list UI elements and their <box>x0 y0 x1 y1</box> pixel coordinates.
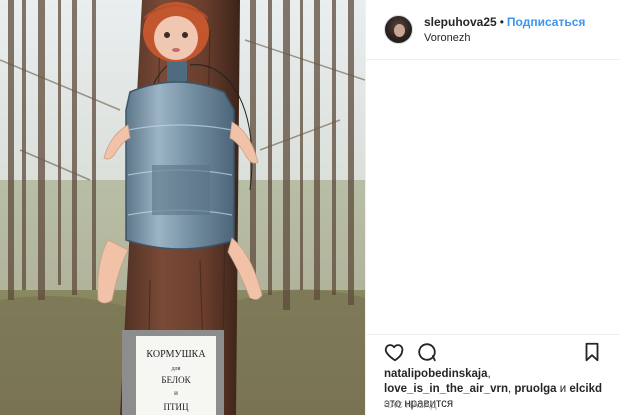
sign-line-2: для <box>172 366 181 372</box>
header-user-line: slepuhova25 • Подписаться <box>424 15 585 29</box>
post-photo-image: КОРМУШКА для БЕЛОК и ПТИЦ <box>0 0 365 415</box>
sign-line-4: и <box>174 389 178 397</box>
sign-line-5: ПТИЦ <box>164 402 189 412</box>
header-separator: • <box>499 15 504 29</box>
heart-icon[interactable] <box>384 341 406 363</box>
liker-link[interactable]: love_is_in_the_air_vrn <box>384 383 508 395</box>
comment-icon[interactable] <box>416 341 438 363</box>
avatar-face <box>394 24 405 37</box>
liker-link[interactable]: pruolga <box>514 383 556 395</box>
post-photo[interactable]: КОРМУШКА для БЕЛОК и ПТИЦ <box>0 0 365 415</box>
post-sidebar: slepuhova25 • Подписаться Voronezh natalip… <box>365 0 620 415</box>
bookmark-icon[interactable] <box>581 341 603 363</box>
sign-line-1: КОРМУШКА <box>146 349 206 360</box>
follow-button[interactable]: Подписаться <box>507 15 585 29</box>
likes-and-text: и <box>556 383 570 395</box>
location-link[interactable]: Voronezh <box>424 32 470 44</box>
action-bar <box>384 341 604 363</box>
post-timestamp[interactable]: ЧАС НАЗАД <box>384 400 437 410</box>
post-container: КОРМУШКА для БЕЛОК и ПТИЦ slepuhova25 • По… <box>0 0 620 415</box>
post-header: slepuhova25 • Подписаться Voronezh <box>366 0 620 60</box>
avatar[interactable] <box>384 15 413 44</box>
likes-separator: , <box>487 368 491 380</box>
sign-line-3: БЕЛОК <box>161 375 191 385</box>
liker-link[interactable]: natalipobedinskaja <box>384 368 488 380</box>
actions-divider <box>366 334 620 335</box>
username-link[interactable]: slepuhova25 <box>424 15 497 29</box>
liker-link[interactable]: elcikd <box>569 383 602 395</box>
